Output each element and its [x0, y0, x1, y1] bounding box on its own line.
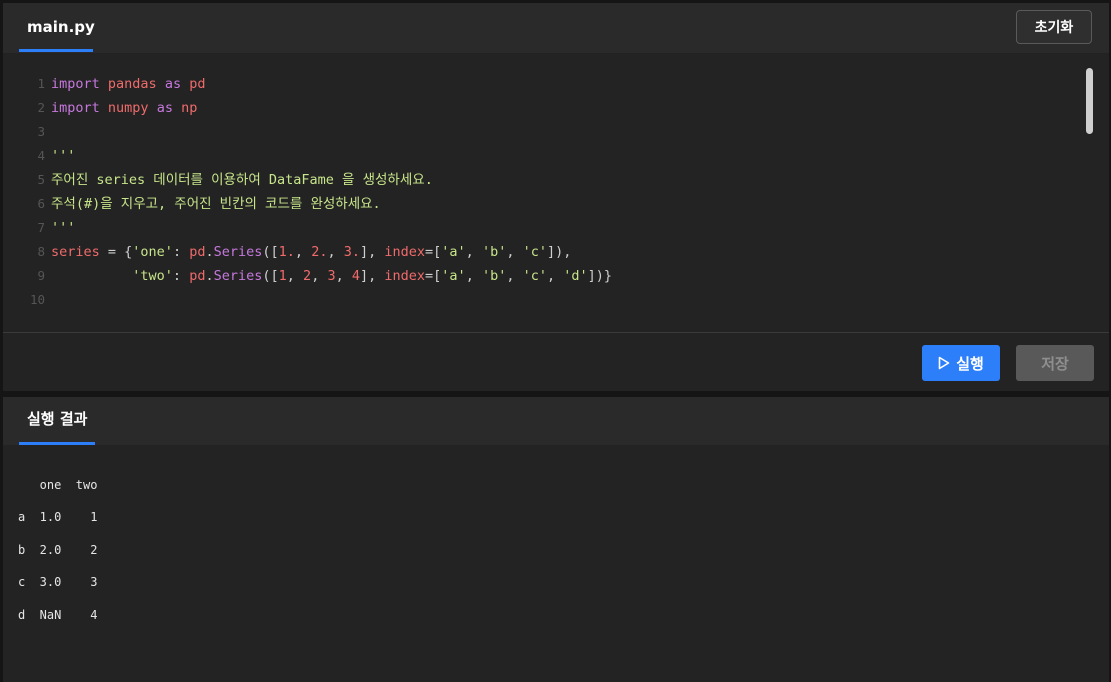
editor-divider	[3, 332, 1109, 333]
result-panel: 실행 결과 one two a 1.0 1 b 2.0 2 c 3.0 3 d …	[3, 397, 1109, 682]
code-line: 3	[3, 120, 1073, 144]
editor-tab-bar: main.py 초기화	[3, 3, 1109, 54]
line-code: 'two': pd.Series([1, 2, 3, 4], index=['a…	[132, 268, 613, 284]
line-number: 5	[37, 172, 45, 187]
code-line: 8 series = {'one': pd.Series([1., 2., 3.]…	[3, 240, 1073, 264]
tab-main-py[interactable]: main.py	[19, 3, 103, 53]
line-code: '''	[51, 220, 76, 236]
result-tab-indicator	[19, 442, 95, 445]
code-line: 2 import numpy as np	[3, 96, 1073, 120]
line-code: 주어진 series 데이터를 이용하여 DataFame 을 생성하세요.	[51, 172, 433, 188]
line-number: 6	[37, 196, 45, 211]
active-tab-indicator	[19, 49, 93, 52]
line-number: 2	[37, 100, 45, 115]
line-code: series = {'one': pd.Series([1., 2., 3.],…	[51, 244, 572, 260]
line-code: import numpy as np	[51, 100, 198, 116]
line-number: 3	[37, 124, 45, 139]
run-button[interactable]: 실행	[922, 345, 1000, 381]
save-button[interactable]: 저장	[1016, 345, 1094, 381]
output-row: d NaN 4	[18, 608, 98, 622]
line-number: 1	[37, 76, 45, 91]
line-number: 8	[37, 244, 45, 259]
play-icon	[938, 356, 950, 370]
reset-button[interactable]: 초기화	[1016, 10, 1092, 44]
code-line: 5 주어진 series 데이터를 이용하여 DataFame 을 생성하세요.	[3, 168, 1073, 192]
output-row: b 2.0 2	[18, 543, 98, 557]
code-scrollbar[interactable]	[1086, 68, 1093, 134]
output-row: a 1.0 1	[18, 510, 98, 524]
line-number: 10	[29, 292, 45, 307]
app-frame: main.py 초기화 1 import pandas as pd 2 import …	[0, 0, 1111, 682]
code-line: 10	[3, 288, 1073, 312]
code-line: 1 import pandas as pd	[3, 72, 1073, 96]
output-header: one two	[18, 478, 98, 492]
code-area[interactable]: 1 import pandas as pd 2 import numpy as np 3…	[3, 54, 1109, 332]
line-number: 7	[37, 220, 45, 235]
result-tab-bar: 실행 결과	[3, 397, 1109, 445]
line-code: 주석(#)을 지우고, 주어진 빈칸의 코드를 완성하세요.	[51, 196, 381, 212]
line-code: import pandas as pd	[51, 76, 206, 92]
line-number: 4	[37, 148, 45, 163]
line-code: '''	[51, 148, 76, 164]
run-button-label: 실행	[956, 354, 984, 373]
code-line: 6 주석(#)을 지우고, 주어진 빈칸의 코드를 완성하세요.	[3, 192, 1073, 216]
code-line: 7 '''	[3, 216, 1073, 240]
code-editor-panel: main.py 초기화 1 import pandas as pd 2 import …	[3, 3, 1109, 391]
line-number: 9	[37, 268, 45, 283]
tab-run-result[interactable]: 실행 결과	[19, 397, 95, 443]
output-row: c 3.0 3	[18, 575, 98, 589]
code-line: 4 '''	[3, 144, 1073, 168]
code-line: 9 'two': pd.Series([1, 2, 3, 4], index=[…	[3, 264, 1073, 288]
